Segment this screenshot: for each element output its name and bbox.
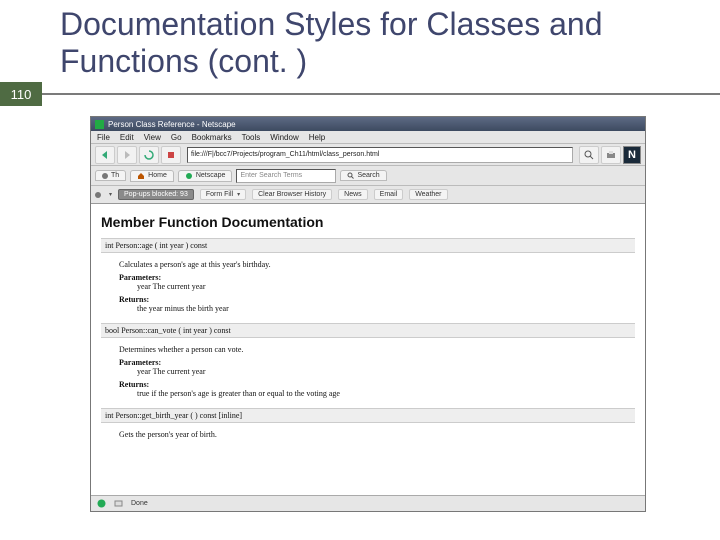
email-label: Email [380, 191, 398, 198]
status-text: Done [131, 500, 148, 507]
home-icon [137, 172, 145, 180]
params-label: Parameters: [119, 358, 631, 367]
news-button[interactable]: News [338, 189, 368, 200]
email-button[interactable]: Email [374, 189, 404, 200]
slide-number: 110 [0, 82, 42, 106]
clear-label: Clear Browser History [258, 191, 326, 198]
tab-home[interactable]: Home [130, 170, 174, 182]
netscape-badge[interactable]: N [623, 146, 641, 164]
tab-th-label: Th [111, 172, 119, 179]
dot-icon [102, 173, 108, 179]
tab-netscape[interactable]: Netscape [178, 170, 233, 182]
tab-th[interactable]: Th [95, 170, 126, 181]
search-icon [347, 172, 354, 179]
returns-text: the year minus the birth year [137, 304, 631, 313]
clear-history-button[interactable]: Clear Browser History [252, 189, 332, 200]
menu-go[interactable]: Go [171, 133, 182, 142]
browser-window: Person Class Reference - Netscape File E… [90, 116, 646, 512]
menu-help[interactable]: Help [309, 133, 325, 142]
search-placeholder: Enter Search Terms [240, 172, 302, 179]
window-title: Person Class Reference - Netscape [108, 120, 236, 129]
page-content: Member Function Documentation int Person… [91, 204, 645, 495]
function-signature: int Person::get_birth_year ( ) const [in… [101, 408, 635, 423]
section-heading: Member Function Documentation [101, 214, 635, 230]
print-icon [606, 150, 616, 160]
function-signature: int Person::age ( int year ) const [101, 238, 635, 253]
search-button[interactable]: Search [340, 170, 386, 181]
menubar: File Edit View Go Bookmarks Tools Window… [91, 131, 645, 144]
weather-button[interactable]: Weather [409, 189, 447, 200]
menu-tools[interactable]: Tools [242, 133, 261, 142]
returns-text: true if the person's age is greater than… [137, 389, 631, 398]
function-desc: Gets the person's year of birth. [119, 430, 631, 439]
statusbar: Done [91, 495, 645, 511]
window-titlebar: Person Class Reference - Netscape [91, 117, 645, 131]
menu-bookmarks[interactable]: Bookmarks [192, 133, 232, 142]
menu-file[interactable]: File [97, 133, 110, 142]
tab-home-label: Home [148, 172, 167, 179]
tab-netscape-label: Netscape [196, 172, 226, 179]
nav-toolbar: file:///F|/bcc7/Projects/program_Ch11/ht… [91, 144, 645, 166]
stop-icon [166, 150, 176, 160]
mail-icon [114, 499, 123, 508]
url-field[interactable]: file:///F|/bcc7/Projects/program_Ch11/ht… [187, 147, 573, 163]
params-label: Parameters: [119, 273, 631, 282]
returns-label: Returns: [119, 380, 631, 389]
formfill-button[interactable]: Form Fill [200, 189, 246, 200]
popups-label: Pop-ups blocked: 93 [124, 191, 188, 198]
menu-edit[interactable]: Edit [120, 133, 134, 142]
forward-icon [122, 150, 132, 160]
reload-button[interactable] [139, 146, 159, 164]
chevron-down-icon [235, 191, 240, 198]
popups-blocked-button[interactable]: Pop-ups blocked: 93 [118, 189, 194, 200]
stop-button[interactable] [161, 146, 181, 164]
menu-view[interactable]: View [144, 133, 161, 142]
function-doc: Determines whether a person can vote. Pa… [101, 338, 635, 402]
formfill-label: Form Fill [206, 191, 233, 198]
function-doc: Gets the person's year of birth. [101, 423, 635, 446]
netscape-icon [185, 172, 193, 180]
tab-toolbar: Th Home Netscape Enter Search Terms Sear… [91, 166, 645, 186]
slide-title: Documentation Styles for Classes and Fun… [0, 0, 720, 86]
function-desc: Calculates a person's age at this year's… [119, 260, 631, 269]
function-signature: bool Person::can_vote ( int year ) const [101, 323, 635, 338]
url-text: file:///F|/bcc7/Projects/program_Ch11/ht… [191, 151, 379, 158]
title-divider [42, 93, 720, 95]
search-nav-button[interactable] [579, 146, 599, 164]
function-doc: Calculates a person's age at this year's… [101, 253, 635, 317]
function-desc: Determines whether a person can vote. [119, 345, 631, 354]
print-button[interactable] [601, 146, 621, 164]
search-icon [584, 150, 594, 160]
chevron-down-icon[interactable] [107, 191, 112, 198]
reload-icon [144, 150, 154, 160]
param-item: year The current year [137, 367, 631, 376]
param-item: year The current year [137, 282, 631, 291]
app-icon [95, 120, 104, 129]
news-label: News [344, 191, 362, 198]
returns-label: Returns: [119, 295, 631, 304]
weather-label: Weather [415, 191, 441, 198]
back-button[interactable] [95, 146, 115, 164]
forward-button[interactable] [117, 146, 137, 164]
menu-window[interactable]: Window [270, 133, 298, 142]
info-toolbar: Pop-ups blocked: 93 Form Fill Clear Brow… [91, 186, 645, 204]
back-icon [100, 150, 110, 160]
search-input[interactable]: Enter Search Terms [236, 169, 336, 183]
globe-icon [97, 499, 106, 508]
dot-icon [95, 192, 101, 198]
search-button-label: Search [357, 172, 379, 179]
